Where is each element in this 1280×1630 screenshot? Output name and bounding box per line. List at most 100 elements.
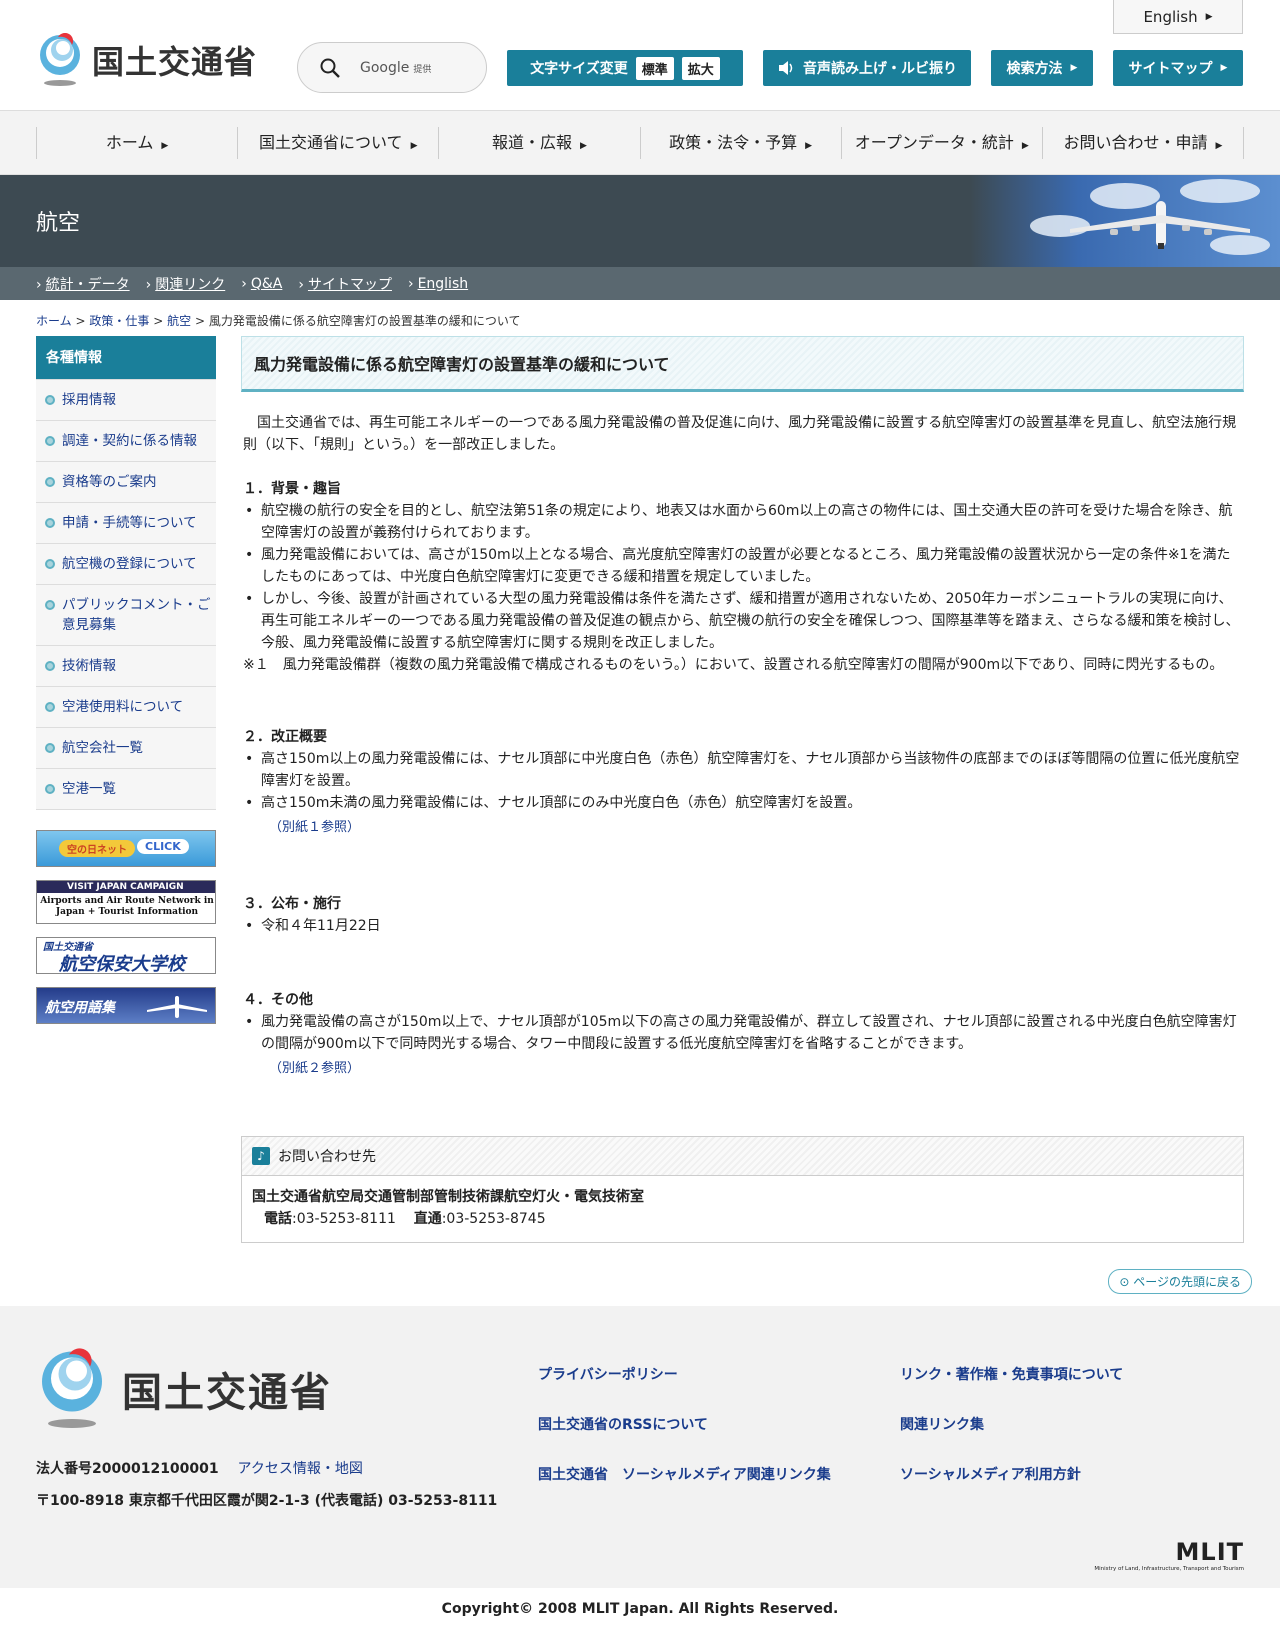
subnav-stats[interactable]: 統計・データ <box>36 274 130 294</box>
footer-link-social-policy[interactable]: ソーシャルメディア利用方針 <box>900 1464 1200 1484</box>
gnav-contact[interactable]: お問い合わせ・申請 ▶ <box>1041 126 1245 159</box>
section-2-list: 高さ150m以上の風力発電設備には、ナセル頂部に中光度白色（赤色）航空障害灯を、… <box>241 748 1244 814</box>
gnav-press[interactable]: 報道・広報 ▶ <box>438 126 639 159</box>
triangle-right-icon: ▶ <box>410 140 418 151</box>
contact-header: ♪ お問い合わせ先 <box>242 1137 1243 1176</box>
section-2-title: ２．改正概要 <box>243 729 327 745</box>
sidebar-item: 申請・手続等について <box>36 502 216 543</box>
footer-logo-text: 国土交通省 <box>122 1370 332 1416</box>
logo-text: 国土交通省 <box>92 43 258 81</box>
corporate-number: 法人番号2000012100001 アクセス情報・地図 <box>36 1461 363 1477</box>
subnav-english[interactable]: English <box>408 276 469 292</box>
gnav-policy[interactable]: 政策・法令・予算 ▶ <box>639 126 841 159</box>
gnav-opendata[interactable]: オープンデータ・統計 ▶ <box>840 126 1042 159</box>
sidebar-item: 空港使用料について <box>36 686 216 727</box>
sidebar-item: 航空会社一覧 <box>36 727 216 768</box>
speaker-icon <box>779 61 793 75</box>
breadcrumb-aviation[interactable]: 航空 <box>167 314 191 328</box>
sidebar-item: 航空機の登録について <box>36 543 216 584</box>
section-3-list: 令和４年11月22日 <box>241 915 1244 937</box>
contact-phone: 電話:03-5253-8111 直通:03-5253-8745 <box>264 1211 546 1227</box>
sidebar-link-technical[interactable]: 技術情報 <box>62 658 116 674</box>
mlit-logo[interactable]: 国土交通省 <box>36 33 257 87</box>
footer-link-related[interactable]: 関連リンク集 <box>900 1414 1200 1434</box>
contact-body: 国土交通省航空局交通管制部管制技術課航空灯火・電気技術室 電話:03-5253-… <box>242 1176 1243 1242</box>
english-link[interactable]: English ▶ <box>1113 0 1243 34</box>
copyright: Copyright© 2008 MLIT Japan. All Rights R… <box>441 1601 839 1617</box>
font-size-standard-button[interactable]: 標準 <box>635 56 674 80</box>
access-map-link[interactable]: アクセス情報・地図 <box>238 1461 363 1477</box>
sidebar-link-airport-fees[interactable]: 空港使用料について <box>62 699 183 715</box>
breadcrumb: ホーム > 政策・仕事 > 航空 > 風力発電設備に係る航空障害灯の設置基準の緩… <box>36 314 521 328</box>
list-item: 風力発電設備の高さが150m以上で、ナセル頂部が105m以下の高さの風力発電設備… <box>241 1011 1244 1055</box>
sitemap-button[interactable]: サイトマップ ▶ <box>1113 50 1243 86</box>
sidebar-link-procurement[interactable]: 調達・契約に係る情報 <box>62 433 197 449</box>
breadcrumb-policy[interactable]: 政策・仕事 <box>89 314 149 328</box>
section-banner: 航空 <box>0 175 1280 267</box>
global-nav: ホーム ▶ 国土交通省について ▶ 報道・広報 ▶ 政策・法令・予算 ▶ オープンデータ… <box>0 111 1280 175</box>
footer-logo[interactable]: 国土交通省 <box>36 1348 332 1430</box>
airplane-icon <box>147 996 207 1018</box>
gnav-about[interactable]: 国土交通省について ▶ <box>237 126 438 159</box>
section-1-title: １．背景・趣旨 <box>243 481 341 497</box>
attachment-2-link[interactable]: （別紙２参照） <box>269 1057 1244 1076</box>
triangle-right-icon: ▶ <box>805 140 813 151</box>
mlit-logo-icon <box>42 1348 102 1428</box>
sidebar: 各種情報 採用情報 調達・契約に係る情報 資格等のご案内 申請・手続等について … <box>36 336 216 1243</box>
search-box[interactable]: Google 提供 <box>297 42 487 93</box>
sidebar-link-qualifications[interactable]: 資格等のご案内 <box>62 474 157 490</box>
sidebar-item: 空港一覧 <box>36 768 216 809</box>
breadcrumb-home[interactable]: ホーム <box>36 314 72 328</box>
sidebar-link-applications[interactable]: 申請・手続等について <box>62 515 197 531</box>
footer-links: プライバシーポリシー リンク・著作権・免責事項について 国土交通省のRSSについ… <box>538 1364 1200 1484</box>
list-item: しかし、今後、設置が計画されている大型の風力発電設備は条件を満たさず、緩和措置が… <box>241 588 1244 654</box>
sidebar-link-airports[interactable]: 空港一覧 <box>62 781 116 797</box>
sidebar-item: 調達・契約に係る情報 <box>36 420 216 461</box>
list-item: 高さ150m未満の風力発電設備には、ナセル頂部にのみ中光度白色（赤色）航空障害灯… <box>241 792 1244 814</box>
subnav-sitemap[interactable]: サイトマップ <box>298 274 392 294</box>
triangle-right-icon: ▶ <box>579 140 587 151</box>
search-howto-button[interactable]: 検索方法 ▶ <box>991 50 1093 86</box>
contact-org: 国土交通省航空局交通管制部管制技術課航空灯火・電気技術室 <box>252 1189 644 1205</box>
footer-link-rss[interactable]: 国土交通省のRSSについて <box>538 1414 900 1434</box>
section-1-note: ※１ 風力発電設備群（複数の風力発電設備で構成されるものをいう。）において、設置… <box>243 657 1224 673</box>
lead-paragraph: 国土交通省では、再生可能エネルギーの一つである風力発電設備の普及促進に向け、風力… <box>243 415 1237 453</box>
attachment-1-link[interactable]: （別紙１参照） <box>269 816 1244 835</box>
section-subnav: 統計・データ 関連リンク Q&A サイトマップ English <box>0 267 1280 300</box>
arrow-up-icon: ⊙ <box>1119 1275 1134 1289</box>
sidebar-link-public-comment[interactable]: パブリックコメント・ご意見募集 <box>62 597 211 633</box>
search-placeholder[interactable]: Google 提供 <box>360 60 431 76</box>
subnav-links[interactable]: 関連リンク <box>146 274 225 294</box>
content-wrap: 各種情報 採用情報 調達・契約に係る情報 資格等のご案内 申請・手続等について … <box>0 336 1280 1243</box>
sidebar-link-airlines[interactable]: 航空会社一覧 <box>62 740 143 756</box>
main-content: 風力発電設備に係る航空障害灯の設置基準の緩和について 国土交通省では、再生可能エ… <box>241 336 1244 1243</box>
sidebar-list: 採用情報 調達・契約に係る情報 資格等のご案内 申請・手続等について 航空機の登… <box>36 379 216 810</box>
banner-aviation-school[interactable]: 国土交通省 航空保安大学校 <box>36 937 216 974</box>
section-4-list: 風力発電設備の高さが150m以上で、ナセル頂部が105m以下の高さの風力発電設備… <box>241 1011 1244 1055</box>
banner-visit-japan[interactable]: VISIT JAPAN CAMPAIGN Airports and Air Ro… <box>36 880 216 924</box>
list-item: 風力発電設備においては、高さが150m以上となる場合、高光度航空障害灯の設置が必… <box>241 544 1244 588</box>
banner-aviation-glossary[interactable]: 航空用語集 <box>36 987 216 1024</box>
voice-ruby-button[interactable]: 音声読み上げ・ルビ振り <box>763 50 971 86</box>
subnav-qa[interactable]: Q&A <box>241 276 283 292</box>
footer-link-privacy[interactable]: プライバシーポリシー <box>538 1364 900 1384</box>
triangle-right-icon: ▶ <box>1021 140 1029 151</box>
triangle-right-icon: ▶ <box>1215 140 1223 151</box>
sidebar-link-aircraft-registration[interactable]: 航空機の登録について <box>62 556 197 572</box>
sidebar-link-recruit[interactable]: 採用情報 <box>62 392 116 408</box>
footer-link-copyright[interactable]: リンク・著作権・免責事項について <box>900 1364 1200 1384</box>
gnav-home[interactable]: ホーム ▶ <box>36 126 237 159</box>
footer-link-social-links[interactable]: 国土交通省 ソーシャルメディア関連リンク集 <box>538 1464 900 1484</box>
sidebar-item: 採用情報 <box>36 379 216 420</box>
footer-address: 〒100-8918 東京都千代田区霞が関2-1-3 (代表電話) 03-5253… <box>36 1493 498 1509</box>
back-to-top-button[interactable]: ⊙ ページの先頭に戻る <box>1108 1269 1252 1294</box>
banner-sora-no-hi[interactable]: 空の日ネット CLICK <box>36 830 216 867</box>
triangle-right-icon: ▶ <box>1220 63 1228 73</box>
list-item: 高さ150m以上の風力発電設備には、ナセル頂部に中光度白色（赤色）航空障害灯を、… <box>241 748 1244 792</box>
mlit-logo-icon <box>40 33 80 86</box>
page-top-container: ⊙ ページの先頭に戻る <box>0 1243 1280 1294</box>
font-size-large-button[interactable]: 拡大 <box>681 56 720 80</box>
site-footer: 国土交通省 法人番号2000012100001 アクセス情報・地図 〒100-8… <box>0 1306 1280 1588</box>
section-3-title: ３．公布・施行 <box>243 896 341 912</box>
breadcrumb-current: 風力発電設備に係る航空障害灯の設置基準の緩和について <box>208 314 521 328</box>
